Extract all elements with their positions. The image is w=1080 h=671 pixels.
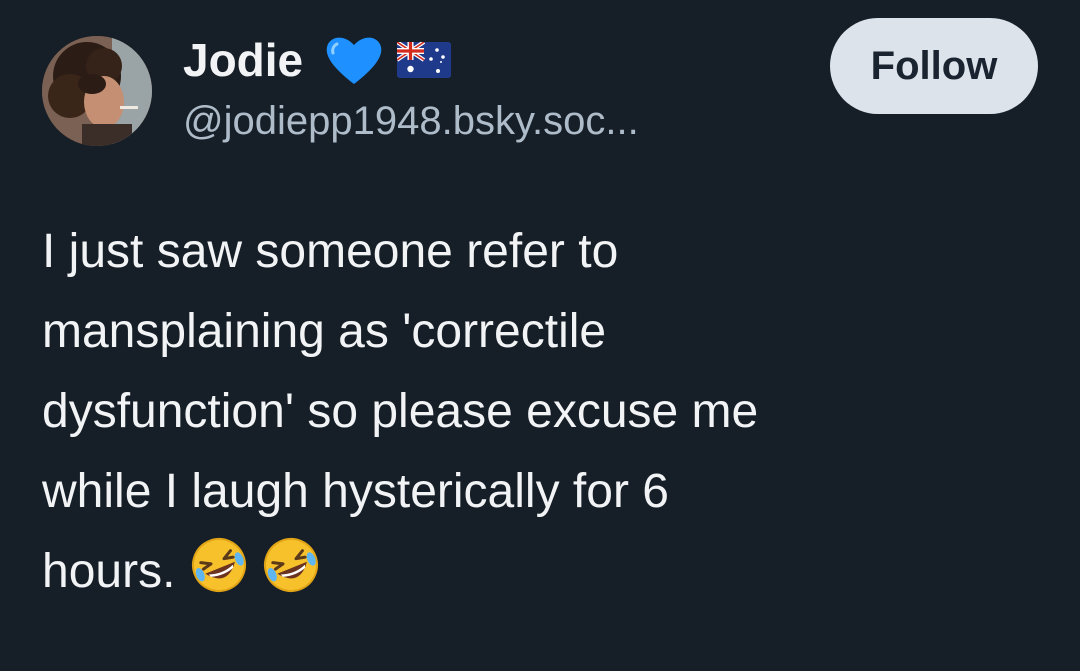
australia-flag-icon <box>396 40 452 78</box>
rolling-on-floor-laughing-icon <box>189 535 249 595</box>
post-card: Jodie @jodiepp1948.bsky.soc... Follow I … <box>0 0 1080 671</box>
post-text-line: mansplaining as 'correctile <box>42 305 607 358</box>
post-text-line: while I laugh hysterically for 6 <box>42 465 669 518</box>
avatar[interactable] <box>42 36 152 146</box>
rolling-on-floor-laughing-icon <box>261 535 321 595</box>
display-name[interactable]: Jodie <box>183 33 303 87</box>
author-handle[interactable]: @jodiepp1948.bsky.soc... <box>183 99 639 144</box>
post-text-line: hours. <box>42 545 176 598</box>
post-text-last-line: hours. <box>42 532 1042 612</box>
author-header: Jodie @jodiepp1948.bsky.soc... <box>183 25 639 144</box>
post-text-line: dysfunction' so please excuse me <box>42 385 759 438</box>
name-row: Jodie <box>183 25 639 95</box>
follow-button[interactable]: Follow <box>830 18 1038 114</box>
blue-heart-icon <box>325 34 383 86</box>
post-text-line: I just saw someone refer to <box>42 225 619 278</box>
avatar-image <box>42 36 152 146</box>
emoji-group <box>189 535 321 595</box>
post-text: I just saw someone refer to mansplaining… <box>42 212 1042 612</box>
